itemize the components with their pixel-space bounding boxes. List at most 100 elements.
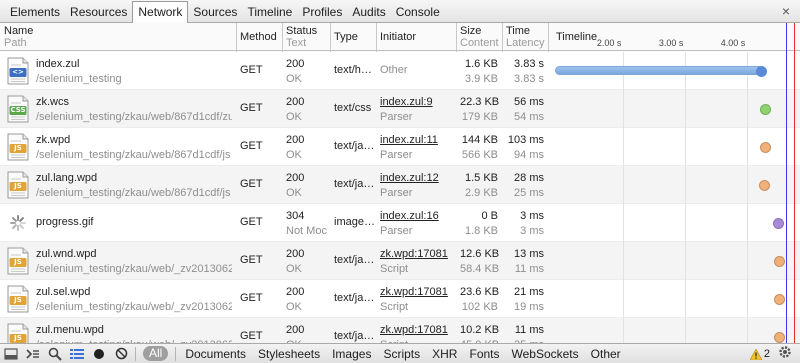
search-icon[interactable]: [44, 345, 66, 363]
filter-images[interactable]: Images: [326, 345, 377, 363]
filter-all[interactable]: All: [143, 346, 169, 361]
timeline-bar[interactable]: [759, 104, 771, 115]
initiator-type: Parser: [380, 225, 413, 237]
timeline-area: [549, 52, 800, 343]
type-cell: text/ja…: [330, 128, 376, 166]
type-cell: image…: [330, 204, 376, 242]
timeline-bar[interactable]: [759, 180, 771, 191]
tab-elements[interactable]: Elements: [5, 2, 65, 22]
status-cell: 200OK: [282, 318, 330, 343]
name-cell[interactable]: progress.gif: [0, 204, 236, 242]
tab-network[interactable]: Network: [132, 1, 189, 23]
method-value: GET: [240, 140, 263, 152]
tab-timeline[interactable]: Timeline: [242, 2, 297, 22]
filter-fonts[interactable]: Fonts: [463, 345, 505, 363]
total-time: 3 ms: [520, 210, 544, 222]
content-size: 1.8 KB: [464, 225, 498, 237]
content-size: 566 KB: [461, 149, 498, 161]
panel-tabs: Elements Resources Network Sources Timel…: [0, 0, 445, 23]
filter-scripts[interactable]: Scripts: [377, 345, 426, 363]
name-cell[interactable]: CSS zk.wcs/selenium_testing/zkau/web/867d…: [0, 90, 236, 128]
name-cell[interactable]: JS zul.wnd.wpd/selenium_testing/zkau/web/…: [0, 242, 236, 280]
method-cell: GET: [236, 204, 282, 242]
timeline-bar[interactable]: [773, 294, 785, 305]
initiator-link[interactable]: index.zul:11: [380, 133, 452, 148]
record-icon[interactable]: [88, 345, 110, 363]
status-code: 200: [286, 58, 305, 70]
tab-audits[interactable]: Audits: [347, 2, 390, 22]
mime-type: text/ja…: [334, 140, 375, 152]
timeline-bar[interactable]: [555, 66, 765, 75]
column-header-status[interactable]: Status Text: [282, 23, 330, 51]
time-cell: 11 ms35 ms: [502, 318, 548, 343]
filter-websockets[interactable]: WebSockets: [506, 345, 585, 363]
js-file-icon: JS: [6, 323, 30, 343]
clear-icon[interactable]: [110, 345, 132, 363]
time-cell: 28 ms 25 ms: [502, 166, 548, 204]
header-name-title: Name: [4, 25, 34, 37]
status-cell: 200OK: [282, 242, 330, 280]
timeline-tick-label: 2.00 s: [596, 38, 622, 48]
name-cell[interactable]: JS zul.lang.wpd/selenium_testing/zkau/web…: [0, 166, 236, 204]
filter-stylesheets[interactable]: Stylesheets: [252, 345, 326, 363]
header-time-title: Time: [506, 25, 531, 37]
transfer-size: 1.5 KB: [464, 172, 498, 184]
column-header-type[interactable]: Type: [330, 23, 376, 51]
column-header-method[interactable]: Method: [236, 23, 282, 51]
method-value: GET: [240, 292, 263, 304]
transfer-size: 12.6 KB: [460, 248, 500, 260]
name-cell[interactable]: JS zk.wpd/selenium_testing/zkau/web/867d1…: [0, 128, 236, 166]
size-cell: 10.2 KB45.0 KB: [456, 318, 502, 343]
type-cell: text/ja…: [330, 166, 376, 204]
method-cell: GET: [236, 166, 282, 204]
initiator-link[interactable]: zk.wpd:17081: [380, 323, 452, 338]
tab-resources[interactable]: Resources: [65, 2, 132, 22]
tab-sources[interactable]: Sources: [188, 2, 242, 22]
status-code: 200: [286, 324, 305, 336]
mime-type: image…: [334, 216, 375, 228]
column-header-time[interactable]: Time Latency: [502, 23, 548, 51]
name-cell[interactable]: JSzul.menu.wpd/selenium_testing/zkau/web…: [0, 318, 236, 343]
initiator-link[interactable]: index.zul:9: [380, 95, 452, 110]
method-cell: GET: [236, 52, 282, 90]
tab-console[interactable]: Console: [391, 2, 445, 22]
filter-other[interactable]: Other: [585, 345, 627, 363]
file-type-label: JS: [14, 258, 22, 266]
resource-name: zk.wcs: [36, 96, 69, 108]
column-header-size[interactable]: Size Content: [456, 23, 502, 51]
list-view-icon[interactable]: [66, 345, 88, 363]
close-icon[interactable]: ×: [778, 3, 794, 19]
initiator-link[interactable]: index.zul:16: [380, 209, 452, 224]
initiator-link[interactable]: zk.wpd:17081: [380, 247, 452, 262]
tab-profiles[interactable]: Profiles: [297, 2, 347, 22]
warning-count: 2: [763, 348, 770, 360]
status-cell: 200OK: [282, 166, 330, 204]
status-cell: 200OK: [282, 90, 330, 128]
file-type-label: CSS: [10, 106, 26, 114]
dock-icon[interactable]: [0, 345, 22, 363]
method-cell: GET: [236, 318, 282, 343]
warning-indicator[interactable]: 2: [749, 346, 770, 362]
filter-documents[interactable]: Documents: [179, 345, 252, 363]
console-drawer-icon[interactable]: [22, 345, 44, 363]
mime-type: text/ja…: [334, 330, 375, 342]
initiator-type: Parser: [380, 111, 413, 123]
toolbar-divider: [175, 346, 177, 361]
column-header-name[interactable]: Name Path: [0, 23, 236, 51]
filter-xhr[interactable]: XHR: [426, 345, 463, 363]
timeline-bar[interactable]: [773, 256, 785, 267]
name-cell[interactable]: JS zul.sel.wpd/selenium_testing/zkau/web/…: [0, 280, 236, 318]
column-header-initiator[interactable]: Initiator: [376, 23, 456, 51]
timeline-bar[interactable]: [759, 142, 771, 153]
resource-name: zk.wpd: [36, 134, 71, 146]
gear-icon[interactable]: [776, 345, 794, 363]
initiator-link[interactable]: index.zul:12: [380, 171, 452, 186]
timeline-bar[interactable]: [773, 332, 785, 343]
total-time: 103 ms: [507, 134, 544, 146]
initiator-link[interactable]: zk.wpd:17081: [380, 285, 452, 300]
latency-time: 3 ms: [520, 225, 544, 237]
timeline-bar[interactable]: [773, 218, 785, 229]
devtools-toolbar: Elements Resources Network Sources Timel…: [0, 0, 800, 23]
resource-name: zul.lang.wpd: [36, 172, 98, 184]
name-cell[interactable]: <> index.zul/selenium_testing: [0, 52, 236, 90]
